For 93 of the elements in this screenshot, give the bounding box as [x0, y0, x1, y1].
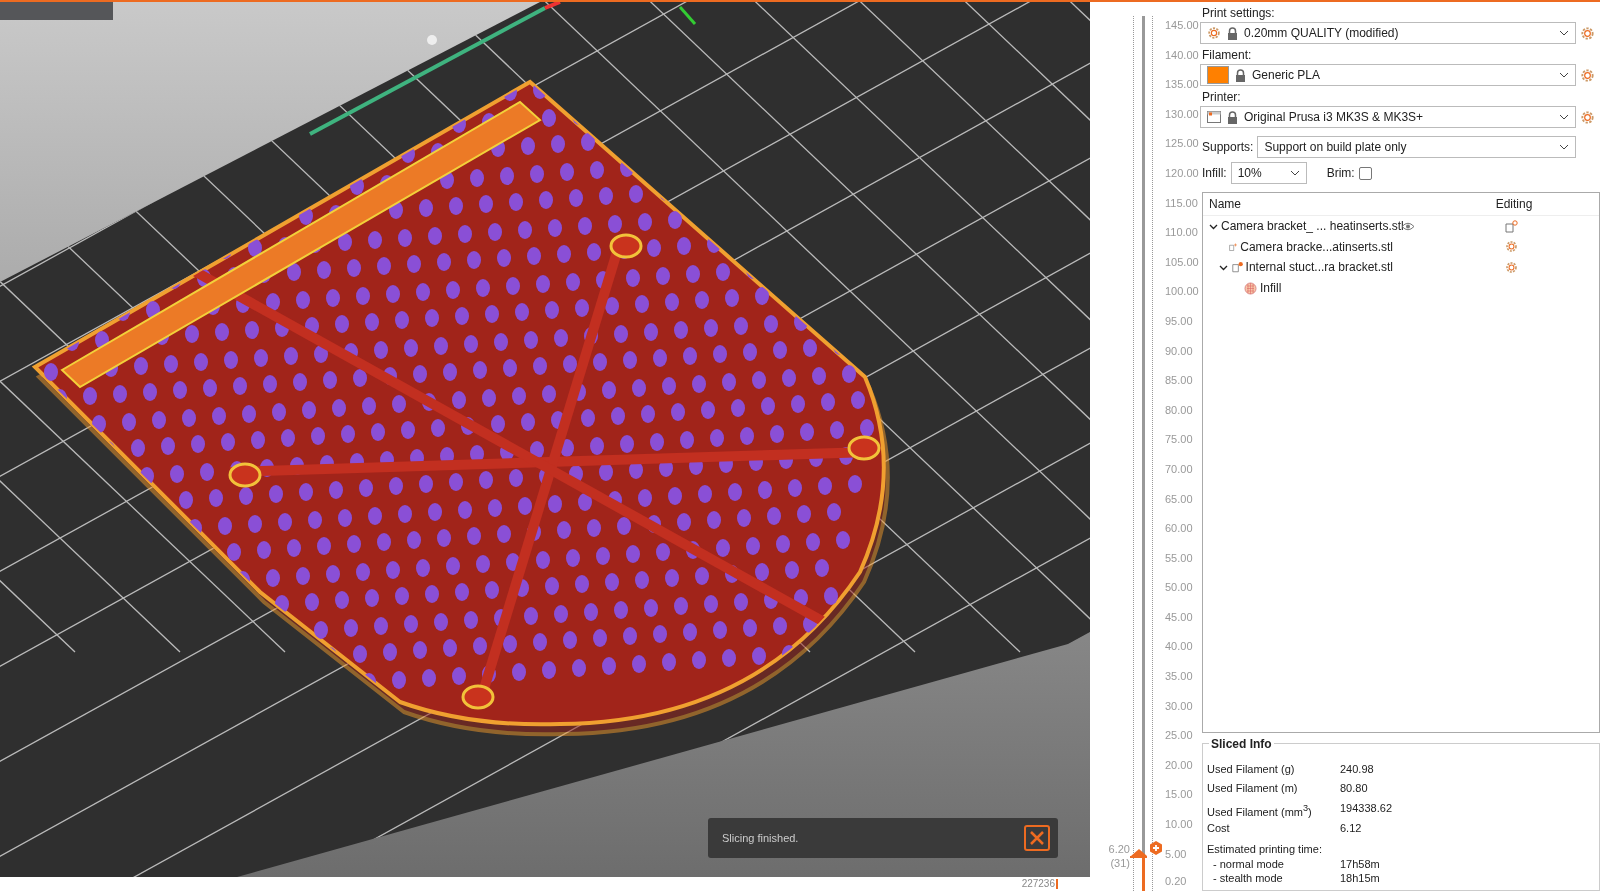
height-tick-label: 80.00 — [1165, 402, 1194, 418]
height-tick-label: 115.00 — [1165, 195, 1199, 211]
printer-icon — [1207, 111, 1221, 123]
column-header: Name — [1208, 197, 1242, 211]
info-label: Used Filament (g) — [1207, 761, 1296, 777]
brim-label: Brim: — [1326, 166, 1355, 180]
info-value: 18h15m — [1340, 870, 1381, 885]
infill-label: Infill: — [1202, 166, 1227, 180]
preset-dropdown[interactable]: Original Prusa i3 MK3S & MK3S+ — [1200, 106, 1576, 128]
height-tick-label: 25.00 — [1165, 728, 1194, 744]
gear-icon[interactable] — [1580, 67, 1595, 83]
tree-item[interactable]: Internal stuct...ra bracket.stl — [1245, 260, 1393, 275]
height-tick-label: 105.00 — [1165, 254, 1199, 270]
filament-swatch — [1207, 66, 1229, 84]
height-tick-label: 30.00 — [1165, 698, 1194, 714]
close-button[interactable] — [1024, 825, 1050, 851]
info-label: - normal mode — [1212, 856, 1285, 871]
info-value: 6.12 — [1340, 821, 1363, 836]
lock-icon — [1227, 110, 1238, 124]
notification-text: Slicing finished. — [722, 832, 799, 844]
height-tick-label: 0.20 — [1165, 874, 1188, 889]
height-tick-label: 40.00 — [1165, 639, 1194, 655]
height-tick-label: 35.00 — [1165, 669, 1194, 685]
tree-item[interactable]: Camera bracket_ ... heatinserts.stl — [1221, 219, 1404, 234]
info-label: Used Filament (mm$^{3}$) — [1207, 802, 1313, 819]
height-tick-label: 140.00 — [1165, 47, 1199, 63]
gear-icon[interactable] — [1504, 240, 1518, 254]
info-label: - stealth mode — [1212, 870, 1284, 885]
height-tick-label: 5.00 — [1165, 846, 1188, 862]
height-tick-label: 75.00 — [1165, 432, 1194, 448]
supports-dropdown[interactable]: Support on build plate only — [1257, 136, 1577, 158]
height-tick-label: 95.00 — [1165, 313, 1194, 329]
supports-label: Supports: — [1202, 140, 1254, 154]
brim-checkbox[interactable] — [1358, 166, 1372, 180]
eye-icon[interactable] — [1401, 221, 1415, 231]
tree-item[interactable]: Infill — [1260, 281, 1282, 296]
preset-dropdown[interactable]: 0.20mm QUALITY (modified) — [1200, 22, 1576, 44]
layer-slider-fill[interactable] — [1142, 856, 1145, 891]
info-value: 240.98 — [1340, 761, 1375, 777]
preset-dropdown[interactable]: Generic PLA — [1200, 64, 1576, 86]
lock-icon — [1227, 26, 1238, 40]
height-tick-label: 20.00 — [1165, 757, 1194, 773]
chevron-icon — [1219, 263, 1229, 272]
height-tick-label: 145.00 — [1165, 18, 1199, 33]
preset-label: Print settings: — [1202, 6, 1276, 20]
object-edit-icon[interactable] — [1504, 219, 1518, 233]
height-tick-label: 15.00 — [1165, 787, 1194, 803]
layer-height-label: 6.20 — [1108, 842, 1130, 856]
caret-icon — [1559, 144, 1570, 150]
gear-icon[interactable] — [1580, 109, 1595, 125]
gear-icon[interactable] — [1207, 26, 1221, 40]
height-tick-label: 125.00 — [1165, 136, 1199, 152]
caret-icon — [1559, 114, 1569, 120]
height-tick-label: 65.00 — [1165, 491, 1194, 507]
height-tick-label: 90.00 — [1165, 343, 1194, 359]
layer-slider-track[interactable] — [1142, 16, 1145, 891]
info-value: 17h58m — [1340, 856, 1381, 871]
height-tick-label: 60.00 — [1165, 521, 1194, 537]
modifier-icon — [1231, 260, 1243, 275]
height-tick-label: 110.00 — [1165, 225, 1199, 241]
info-value: 194338.62 — [1340, 801, 1393, 817]
status-text: 227236 — [1021, 879, 1058, 889]
height-tick-label: 50.00 — [1165, 580, 1194, 596]
infill-icon — [1244, 281, 1257, 295]
column-header: Editing — [1494, 197, 1534, 211]
close-icon — [1029, 830, 1045, 846]
origin-dot — [427, 35, 437, 45]
height-tick-label: 130.00 — [1165, 106, 1199, 122]
info-label: Used Filament (m) — [1207, 781, 1299, 797]
height-tick-label: 70.00 — [1165, 461, 1194, 477]
sliced-info-title: Sliced Info — [1209, 736, 1274, 751]
layer-number-label: (31) — [1110, 856, 1130, 870]
add-color-change-icon[interactable] — [1149, 841, 1163, 855]
gear-icon[interactable] — [1504, 261, 1518, 274]
info-value: 80.80 — [1340, 781, 1369, 797]
print-time-label: Estimated printing time: — [1207, 841, 1323, 857]
info-label: Cost — [1207, 821, 1231, 836]
caret-icon — [1559, 72, 1569, 78]
caret-icon — [1289, 170, 1300, 176]
lock-icon — [1235, 68, 1246, 82]
preset-label: Printer: — [1202, 90, 1242, 104]
height-tick-label: 10.00 — [1165, 817, 1194, 833]
infill-dropdown[interactable]: 10% — [1230, 162, 1307, 184]
gear-icon[interactable] — [1580, 25, 1595, 41]
height-tick-label: 45.00 — [1165, 609, 1194, 625]
height-tick-label: 55.00 — [1165, 550, 1194, 566]
height-tick-label: 85.00 — [1165, 373, 1194, 389]
preset-label: Filament: — [1202, 48, 1253, 62]
height-tick-label: 120.00 — [1165, 165, 1199, 181]
tree-item[interactable]: Camera bracke...atinserts.stl — [1240, 239, 1393, 254]
caret-icon — [1559, 30, 1569, 36]
height-tick-label: 100.00 — [1165, 284, 1199, 300]
height-tick-label: 135.00 — [1165, 77, 1199, 93]
